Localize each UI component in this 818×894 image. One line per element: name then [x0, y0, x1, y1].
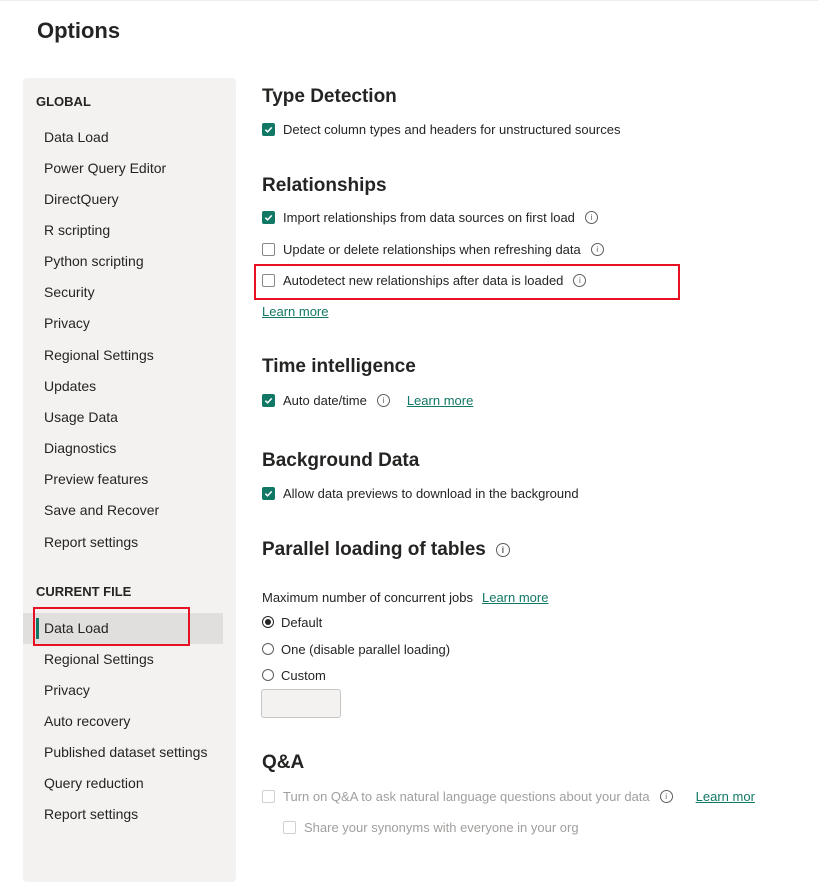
update-relationships-label: Update or delete relationships when refr… — [283, 241, 581, 257]
radio-default-label: Default — [281, 614, 323, 630]
radio-custom-row[interactable]: Custom — [262, 665, 326, 685]
sidebar-item-security[interactable]: Security — [23, 277, 223, 308]
radio-default[interactable] — [262, 616, 274, 628]
sidebar-item-directquery[interactable]: DirectQuery — [23, 184, 223, 215]
info-icon[interactable]: i — [584, 210, 598, 224]
info-icon[interactable]: i — [590, 242, 604, 256]
sidebar-item-current-privacy[interactable]: Privacy — [23, 675, 223, 706]
custom-jobs-input[interactable] — [261, 689, 341, 718]
dialog-title: Options — [37, 18, 121, 43]
background-data-heading: Background Data — [262, 450, 420, 471]
sidebar-item-current-report-settings[interactable]: Report settings — [23, 799, 223, 830]
sidebar-item-regional-settings[interactable]: Regional Settings — [23, 340, 223, 371]
parallel-learn-more-link[interactable]: Learn more — [482, 590, 548, 605]
info-icon[interactable]: i — [659, 789, 673, 803]
sidebar-item-diagnostics[interactable]: Diagnostics — [23, 433, 223, 464]
sidebar-item-usage-data[interactable]: Usage Data — [23, 402, 223, 433]
sidebar-item-report-settings[interactable]: Report settings — [23, 527, 223, 558]
sidebar-item-updates[interactable]: Updates — [23, 371, 223, 402]
sidebar-item-power-query-editor[interactable]: Power Query Editor — [23, 153, 223, 184]
detect-types-row: Detect column types and headers for unst… — [262, 119, 620, 139]
import-relationships-row: Import relationships from data sources o… — [262, 207, 598, 227]
qna-turn-on-checkbox[interactable] — [262, 789, 275, 803]
relationships-learn-more-link[interactable]: Learn more — [262, 304, 328, 319]
update-relationships-row: Update or delete relationships when refr… — [262, 239, 604, 259]
radio-default-row[interactable]: Default — [262, 612, 322, 632]
radio-custom-label: Custom — [281, 667, 326, 683]
auto-date-time-row: Auto date/time i Learn more — [262, 390, 473, 410]
autodetect-relationships-checkbox[interactable] — [262, 273, 275, 287]
qna-share-synonyms-row: Share your synonyms with everyone in you… — [283, 817, 579, 837]
radio-one-label: One (disable parallel loading) — [281, 641, 451, 657]
qna-share-synonyms-checkbox[interactable] — [283, 820, 296, 834]
allow-previews-checkbox[interactable] — [262, 486, 275, 500]
time-intelligence-heading: Time intelligence — [262, 356, 416, 377]
auto-date-time-label: Auto date/time — [283, 392, 367, 408]
autodetect-relationships-label: Autodetect new relationships after data … — [283, 272, 564, 288]
time-intelligence-learn-more-link[interactable]: Learn more — [407, 393, 473, 408]
qna-heading: Q&A — [262, 752, 305, 773]
max-jobs-label: Maximum number of concurrent jobs — [262, 589, 473, 605]
info-icon[interactable]: i — [495, 543, 510, 557]
sidebar-item-save-and-recover[interactable]: Save and Recover — [23, 495, 223, 526]
sidebar-item-python-scripting[interactable]: Python scripting — [23, 246, 223, 277]
sidebar-item-preview-features[interactable]: Preview features — [23, 464, 223, 495]
sidebar-item-current-data-load[interactable]: Data Load — [23, 613, 223, 644]
import-relationships-checkbox[interactable] — [262, 210, 275, 224]
detect-types-checkbox[interactable] — [262, 122, 275, 136]
type-detection-heading: Type Detection — [262, 86, 397, 107]
relationships-heading: Relationships — [262, 175, 387, 196]
radio-custom[interactable] — [262, 669, 274, 681]
top-divider — [0, 0, 818, 1]
sidebar-item-r-scripting[interactable]: R scripting — [23, 215, 223, 246]
sidebar-item-privacy[interactable]: Privacy — [23, 308, 223, 339]
radio-one-row[interactable]: One (disable parallel loading) — [262, 639, 450, 659]
sidebar-item-current-regional-settings[interactable]: Regional Settings — [23, 644, 223, 675]
current-file-heading: CURRENT FILE — [36, 584, 132, 599]
sidebar-item-data-load[interactable]: Data Load — [23, 122, 223, 153]
qna-turn-on-row: Turn on Q&A to ask natural language ques… — [262, 786, 818, 806]
update-relationships-checkbox[interactable] — [262, 242, 275, 256]
sidebar-item-auto-recovery[interactable]: Auto recovery — [23, 706, 223, 737]
detect-types-label: Detect column types and headers for unst… — [283, 121, 621, 137]
import-relationships-label: Import relationships from data sources o… — [283, 209, 575, 225]
parallel-loading-heading-row: Parallel loading of tables i — [262, 539, 510, 561]
max-jobs-row: Maximum number of concurrent jobs Learn … — [262, 587, 548, 607]
auto-date-time-checkbox[interactable] — [262, 393, 275, 407]
qna-turn-on-label: Turn on Q&A to ask natural language ques… — [283, 788, 650, 804]
qna-learn-more-link[interactable]: Learn mor — [696, 789, 755, 804]
relationships-learn-more-row: Learn more — [262, 301, 328, 321]
sidebar-item-published-dataset-settings[interactable]: Published dataset settings — [23, 737, 223, 768]
qna-share-synonyms-label: Share your synonyms with everyone in you… — [304, 819, 579, 835]
sidebar-item-query-reduction[interactable]: Query reduction — [23, 768, 223, 799]
global-heading: GLOBAL — [36, 94, 91, 109]
radio-one[interactable] — [262, 643, 274, 655]
allow-previews-label: Allow data previews to download in the b… — [283, 485, 579, 501]
info-icon[interactable]: i — [573, 273, 587, 287]
parallel-loading-heading: Parallel loading of tables — [262, 539, 486, 560]
allow-previews-row: Allow data previews to download in the b… — [262, 483, 579, 503]
autodetect-relationships-row: Autodetect new relationships after data … — [262, 270, 587, 290]
info-icon[interactable]: i — [376, 393, 390, 407]
